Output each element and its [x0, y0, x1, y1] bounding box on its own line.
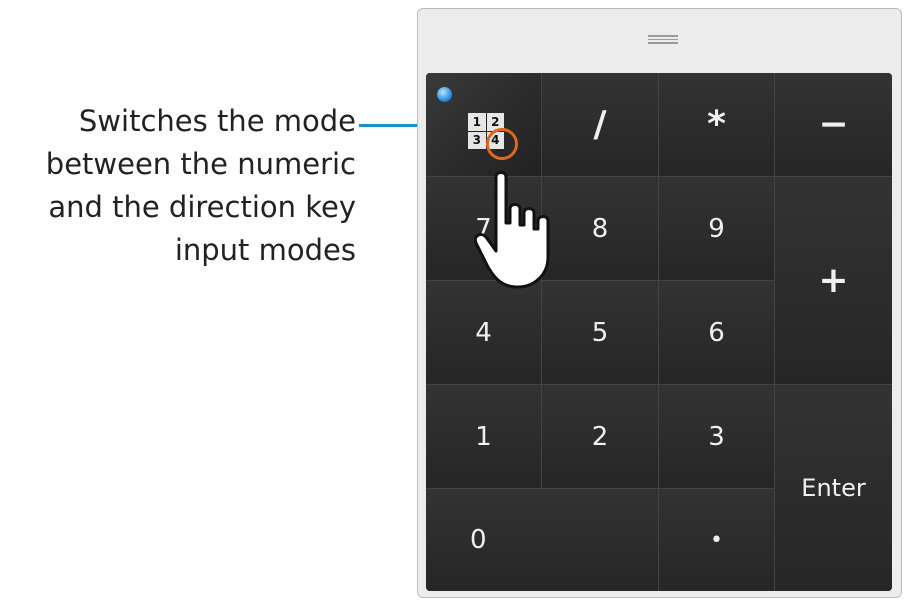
- minus-key[interactable]: −: [775, 73, 892, 177]
- mode-switch-key[interactable]: 1 2 3 4: [426, 73, 550, 289]
- callout-text: Switches the mode between the numeric an…: [0, 100, 356, 272]
- divide-key[interactable]: /: [542, 73, 659, 177]
- drag-handle-icon[interactable]: [648, 35, 678, 44]
- numeric-keypad-window: 1 2 3 4 / * − 7 8 9 + 4 5 6 1 2 3 Enter …: [417, 8, 902, 598]
- key-9[interactable]: 9: [659, 177, 775, 281]
- decimal-key[interactable]: •: [659, 489, 775, 591]
- callout-line-3: and the direction key: [48, 190, 356, 224]
- keypad-grid: 1 2 3 4 / * − 7 8 9 + 4 5 6 1 2 3 Enter …: [426, 73, 892, 591]
- key-5[interactable]: 5: [542, 281, 659, 385]
- key-4[interactable]: 4: [426, 281, 542, 385]
- plus-key[interactable]: +: [775, 177, 892, 385]
- mode-digit: 3: [468, 131, 486, 149]
- key-1[interactable]: 1: [426, 385, 542, 489]
- highlight-ring-icon: [486, 128, 518, 160]
- mode-indicator-led-icon: [437, 87, 452, 102]
- callout-line-1: Switches the mode: [78, 104, 356, 138]
- callout-line-4: input modes: [174, 233, 356, 267]
- pointing-hand-icon: [474, 171, 550, 289]
- key-3[interactable]: 3: [659, 385, 775, 489]
- key-6[interactable]: 6: [659, 281, 775, 385]
- key-2[interactable]: 2: [542, 385, 659, 489]
- key-0[interactable]: 0: [426, 489, 659, 591]
- enter-key[interactable]: Enter: [775, 385, 892, 591]
- mode-digit: 1: [468, 113, 486, 131]
- callout-line-2: between the numeric: [45, 147, 356, 181]
- multiply-key[interactable]: *: [659, 73, 775, 177]
